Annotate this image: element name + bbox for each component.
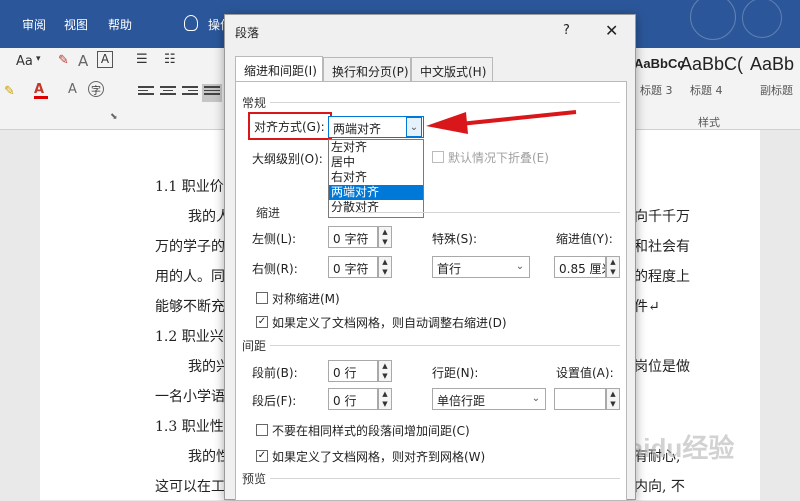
indent-left-spinner[interactable]: ▲ ▼ xyxy=(378,226,392,248)
mirror-indents-checkbox[interactable] xyxy=(256,292,268,304)
style-heading3-label: 标题 3 xyxy=(640,84,673,97)
char-border-icon[interactable]: A xyxy=(97,51,113,68)
line-spacing-label: 行距(N): xyxy=(432,366,479,380)
dialog-title: 段落 xyxy=(235,26,260,40)
space-before-input[interactable]: 0 行 xyxy=(328,360,378,382)
close-icon[interactable]: ✕ xyxy=(605,21,618,40)
font-dialog-launcher-icon[interactable]: ⬊ xyxy=(110,112,118,122)
spacing-at-input[interactable] xyxy=(554,388,606,410)
tab-indents-spacing[interactable]: 缩进和间距(I) xyxy=(235,56,323,82)
space-after-input[interactable]: 0 行 xyxy=(328,388,378,410)
decor-circle-icon xyxy=(742,0,782,38)
chevron-down-icon[interactable]: ▾ xyxy=(36,54,41,64)
styles-group-label: 样式 xyxy=(698,116,720,129)
help-icon[interactable]: ? xyxy=(563,23,570,38)
general-section-label: 常规 xyxy=(242,96,267,110)
doc-line: 万的学子的 xyxy=(155,239,225,255)
space-before-spinner[interactable]: ▲ ▼ xyxy=(378,360,392,382)
lightbulb-icon[interactable] xyxy=(184,15,198,31)
highlight-icon[interactable]: ✎ xyxy=(4,84,15,99)
align-left-icon[interactable] xyxy=(138,86,154,100)
auto-adjust-label: 如果定义了文档网格，则自动调整右缩进(D) xyxy=(272,316,507,330)
spacing-at-spinner[interactable]: ▲ ▼ xyxy=(606,388,620,410)
doc-line-fragment: 内向, 不 xyxy=(634,479,685,495)
space-after-label: 段后(F): xyxy=(252,394,297,408)
annotation-arrow-icon xyxy=(426,110,577,134)
mirror-indents-label: 对称缩进(M) xyxy=(272,292,340,306)
tab-help[interactable]: 帮助 xyxy=(108,16,132,33)
spacing-at-label: 设置值(A): xyxy=(556,366,614,380)
space-after-spinner[interactable]: ▲ ▼ xyxy=(378,388,392,410)
tab-view[interactable]: 视图 xyxy=(64,16,88,33)
style-subtitle-preview[interactable]: AaBb xyxy=(750,54,794,75)
tab-review[interactable]: 审阅 xyxy=(22,16,46,33)
style-heading4-preview[interactable]: AaBbC( xyxy=(680,54,743,75)
snap-to-grid-checkbox[interactable]: ✓ xyxy=(256,450,268,462)
chevron-down-icon[interactable]: ⌄ xyxy=(528,389,544,409)
spacing-section-label: 间距 xyxy=(242,339,267,353)
doc-line-fragment: 岗位是做 xyxy=(634,359,690,375)
font-color-bar xyxy=(34,96,48,99)
style-subtitle-label: 副标题 xyxy=(760,84,793,97)
doc-line-fragment: 向千千万 xyxy=(634,209,690,225)
doc-line: 用的人。同 xyxy=(155,269,225,285)
alignment-option-justify[interactable]: 两端对齐 xyxy=(329,185,423,200)
numbering-icon[interactable]: ☷ xyxy=(164,52,176,67)
indent-right-input[interactable]: 0 字符 xyxy=(328,256,378,278)
alignment-option-center[interactable]: 居中 xyxy=(329,155,423,170)
doc-line: 1.3 职业性 xyxy=(155,419,224,435)
phonetic-guide-icon[interactable]: A xyxy=(78,52,88,70)
auto-adjust-checkbox[interactable]: ✓ xyxy=(256,316,268,328)
indent-right-label: 右侧(R): xyxy=(252,262,298,276)
snap-to-grid-label: 如果定义了文档网格，则对齐到网格(W) xyxy=(272,450,486,464)
alignment-dropdown-list: 左对齐 居中 右对齐 两端对齐 分散对齐 xyxy=(328,139,424,218)
style-heading3-preview[interactable]: AaBbCc xyxy=(634,56,685,71)
doc-line: 能够不断充 xyxy=(155,299,225,315)
divider xyxy=(270,345,620,346)
doc-line-fragment: 和社会有 xyxy=(634,239,690,255)
alignment-option-right[interactable]: 右对齐 xyxy=(329,170,423,185)
font-size-button[interactable]: Aa xyxy=(16,54,33,69)
tab-asian-typography[interactable]: 中文版式(H) xyxy=(411,57,493,81)
indent-section-label: 缩进 xyxy=(256,206,281,220)
no-space-same-style-checkbox[interactable] xyxy=(256,424,268,436)
align-justify-icon[interactable] xyxy=(202,84,222,102)
doc-line: 1.2 职业兴 xyxy=(155,329,224,345)
doc-line: 这可以在工 xyxy=(155,479,225,495)
indent-by-spinner[interactable]: ▲ ▼ xyxy=(606,256,620,278)
indent-by-label: 缩进值(Y): xyxy=(556,232,613,246)
doc-line: 一名小学语 xyxy=(155,389,225,405)
doc-line-fragment: 件↵ xyxy=(634,299,660,315)
preview-section-label: 预览 xyxy=(242,472,267,486)
indent-by-input[interactable]: 0.85 厘米 xyxy=(554,256,606,278)
collapse-checkbox xyxy=(432,151,444,163)
bullets-icon[interactable]: ☰ xyxy=(136,52,148,67)
doc-line-fragment: 的程度上 xyxy=(634,269,690,285)
char-shading-icon[interactable]: A xyxy=(68,82,77,97)
clear-format-icon[interactable]: ✎ xyxy=(58,53,69,68)
paragraph-dialog: 段落 ? ✕ 缩进和间距(I) 换行和分页(P) 中文版式(H) 常规 对齐方式… xyxy=(224,14,636,501)
indent-left-input[interactable]: 0 字符 xyxy=(328,226,378,248)
outline-level-label: 大纲级别(O): xyxy=(252,152,323,166)
align-right-icon[interactable] xyxy=(182,86,198,100)
doc-line: 1.1 职业价 xyxy=(155,179,224,195)
special-label: 特殊(S): xyxy=(432,232,478,246)
no-space-same-style-label: 不要在相同样式的段落间增加间距(C) xyxy=(272,424,470,438)
divider xyxy=(358,212,620,213)
tab-panel: 常规 对齐方式(G): 两端对齐 ⌄ 左对齐 居中 右对齐 两端对齐 分散对齐 … xyxy=(235,81,627,501)
tab-line-page-breaks[interactable]: 换行和分页(P) xyxy=(323,57,411,81)
decor-circle-icon xyxy=(690,0,736,40)
alignment-option-left[interactable]: 左对齐 xyxy=(329,140,423,155)
indent-right-spinner[interactable]: ▲ ▼ xyxy=(378,256,392,278)
style-heading4-label: 标题 4 xyxy=(690,84,723,97)
chevron-down-icon[interactable]: ⌄ xyxy=(512,257,528,277)
indent-left-label: 左侧(L): xyxy=(252,232,297,246)
divider xyxy=(270,478,620,479)
enclose-char-icon[interactable]: 字 xyxy=(88,81,104,97)
collapse-label: 默认情况下折叠(E) xyxy=(448,151,549,165)
space-before-label: 段前(B): xyxy=(252,366,298,380)
font-color-button[interactable]: A xyxy=(34,82,44,97)
align-center-icon[interactable] xyxy=(160,86,176,100)
alignment-label: 对齐方式(G): xyxy=(254,120,325,134)
